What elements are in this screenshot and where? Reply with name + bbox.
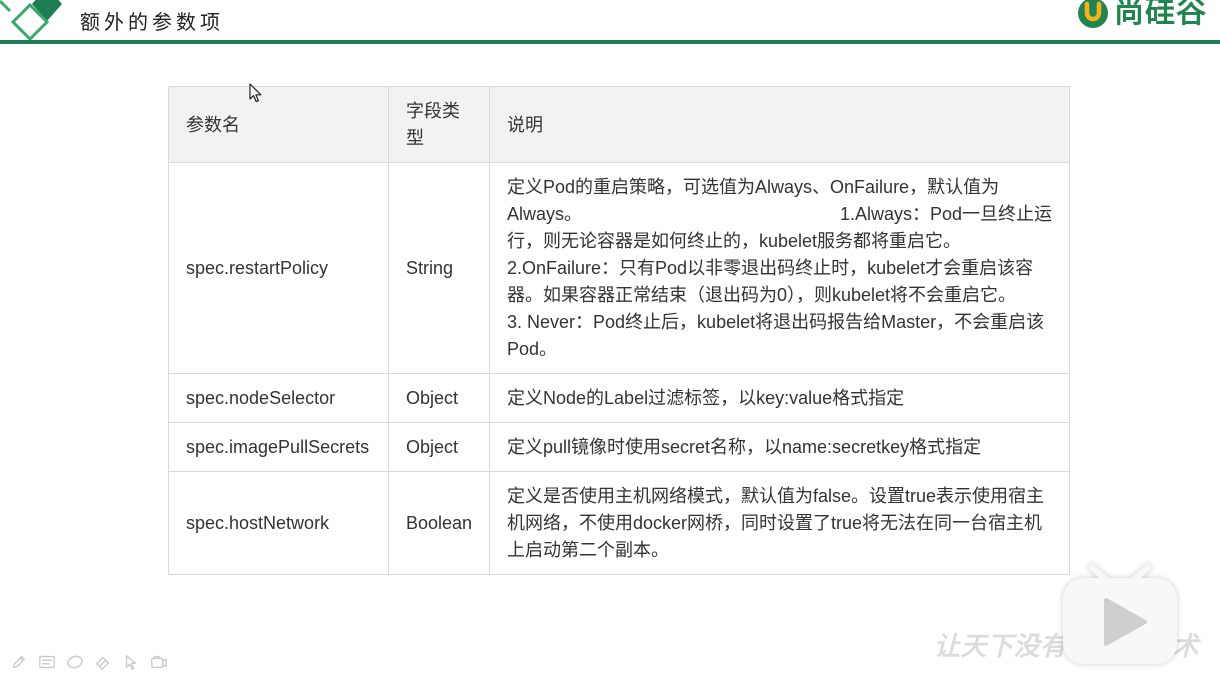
- description-text: 器。如果容器正常结束（退出码为0），则kubelet将不会重启它。: [507, 285, 1017, 305]
- description-cell: 定义pull镜像时使用secret名称，以name:secretkey格式指定: [489, 422, 1070, 472]
- pointer-icon: [125, 655, 137, 670]
- column-header-param-name: 参数名: [168, 86, 389, 163]
- description-cell: 定义Pod的重启策略，可选值为Always、OnFailure，默认值为 Alw…: [489, 162, 1070, 374]
- brand-logo: 尚硅谷: [1076, 0, 1212, 32]
- description-line: 2.OnFailure：只有Pod以非零退出码终止时，kubelet才会重启该容: [507, 255, 1052, 282]
- pencil-tool-button[interactable]: [8, 651, 30, 673]
- field-type-cell: Object: [388, 422, 490, 472]
- description-line: 定义pull镜像时使用secret名称，以name:secretkey格式指定: [507, 434, 1052, 461]
- ellipse-icon: [67, 655, 83, 669]
- description-line: 定义是否使用主机网络模式，默认值为false。设置true表示使用宿主: [507, 483, 1052, 510]
- board-icon: [39, 655, 55, 669]
- play-icon: [1063, 563, 1177, 664]
- table-row: spec.restartPolicy String 定义Pod的重启策略，可选值…: [168, 162, 1070, 374]
- description-text: 定义是否使用主机网络模式，默认值为false。设置true表示使用宿主: [507, 486, 1045, 506]
- description-line: 定义Node的Label过滤标签，以key:value格式指定: [507, 385, 1052, 412]
- description-line: 机网络，不使用docker网桥，同时设置了true将无法在同一台宿主机: [507, 510, 1052, 537]
- description-text: 3. Never：Pod终止后，kubelet将退出码报告给Master，不会重…: [507, 312, 1045, 332]
- description-line: 行，则无论容器是如何终止的，kubelet服务都将重启它。: [507, 228, 1052, 255]
- column-header-field-type: 字段类型: [388, 86, 490, 163]
- param-name-cell: spec.nodeSelector: [168, 373, 389, 423]
- description-text: 行，则无论容器是如何终止的，kubelet服务都将重启它。: [507, 231, 962, 251]
- description-text: 2.OnFailure：只有Pod以非零退出码终止时，kubelet才会重启该容: [507, 258, 1034, 278]
- description-text: 机网络，不使用docker网桥，同时设置了true将无法在同一台宿主机: [507, 513, 1043, 533]
- field-type-cell: String: [388, 162, 490, 374]
- description-cell: 定义Node的Label过滤标签，以key:value格式指定: [489, 373, 1070, 423]
- table-row: spec.imagePullSecrets Object 定义pull镜像时使用…: [168, 422, 1070, 472]
- annotation-toolbar: [8, 651, 170, 673]
- camera-tool-button[interactable]: [148, 651, 170, 673]
- field-type-cell: Object: [388, 373, 490, 423]
- description-line: 上启动第二个副本。: [507, 537, 1052, 564]
- arrow-cursor-icon: [249, 83, 262, 103]
- description-text: 定义pull镜像时使用secret名称，以name:secretkey格式指定: [507, 437, 982, 457]
- slide-header: 额外的参数项 尚硅谷: [0, 0, 1220, 42]
- description-text: Always。: [507, 204, 583, 224]
- diamond-logo-icon: [0, 0, 62, 42]
- description-line: Pod。: [507, 336, 1052, 363]
- column-header-description: 说明: [489, 86, 1070, 163]
- description-text: Pod。: [507, 339, 558, 359]
- eraser-tool-button[interactable]: [92, 651, 114, 673]
- param-name-cell: spec.hostNetwork: [168, 471, 389, 575]
- brand-u-icon: [1078, 0, 1108, 28]
- description-line: Always。 1.Always：Pod一旦终止运: [507, 201, 1052, 228]
- description-line: 3. Never：Pod终止后，kubelet将退出码报告给Master，不会重…: [507, 309, 1052, 336]
- description-text: 1.Always：Pod一旦终止运: [839, 204, 1052, 224]
- parameter-table: 参数名 字段类型 说明 spec.restartPolicy String 定义…: [168, 86, 1070, 575]
- description-text: 定义Node的Label过滤标签，以key:value格式指定: [507, 388, 905, 408]
- description-line: 器。如果容器正常结束（退出码为0），则kubelet将不会重启它。: [507, 282, 1052, 309]
- ellipse-tool-button[interactable]: [64, 651, 86, 673]
- param-name-cell: spec.imagePullSecrets: [168, 422, 389, 472]
- table-row: spec.hostNetwork Boolean 定义是否使用主机网络模式，默认…: [168, 471, 1070, 575]
- pointer-tool-button[interactable]: [120, 651, 142, 673]
- pencil-icon: [12, 655, 26, 669]
- board-tool-button[interactable]: [36, 651, 58, 673]
- param-name-cell: spec.restartPolicy: [168, 162, 389, 374]
- description-text: 定义Pod的重启策略，可选值为Always、OnFailure，默认值为: [507, 177, 1000, 197]
- header-divider: [0, 40, 1220, 44]
- eraser-icon: [96, 656, 110, 670]
- brand-name: 尚硅谷: [1114, 0, 1207, 30]
- table-row: spec.nodeSelector Object 定义Node的Label过滤标…: [168, 373, 1070, 423]
- slide-title: 额外的参数项: [80, 10, 224, 34]
- description-text: 上启动第二个副本。: [507, 540, 669, 560]
- table-header-row: 参数名 字段类型 说明: [168, 86, 1070, 163]
- field-type-cell: Boolean: [388, 471, 490, 575]
- video-play-button[interactable]: [1060, 562, 1180, 668]
- camera-icon: [151, 655, 167, 669]
- description-cell: 定义是否使用主机网络模式，默认值为false。设置true表示使用宿主 机网络，…: [489, 471, 1070, 575]
- description-line: 定义Pod的重启策略，可选值为Always、OnFailure，默认值为: [507, 174, 1052, 201]
